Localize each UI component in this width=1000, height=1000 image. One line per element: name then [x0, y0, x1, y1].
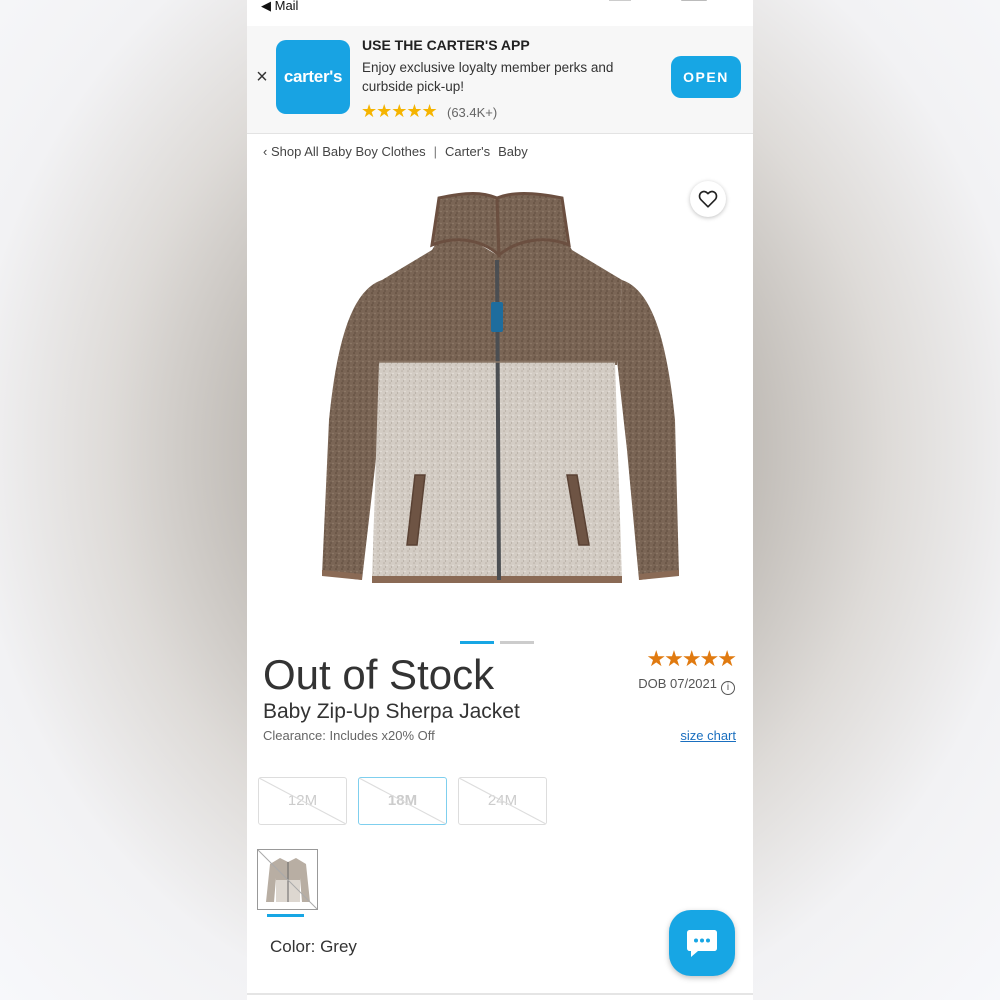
- favorite-button[interactable]: [690, 181, 726, 217]
- selected-swatch-indicator: [267, 914, 304, 917]
- product-image-jacket[interactable]: [317, 190, 687, 595]
- phone-screen: ◀ Mail × carter's USE THE CARTER'S APP E…: [247, 0, 753, 1000]
- banner-title: USE THE CARTER'S APP: [362, 37, 530, 53]
- size-option-12m[interactable]: 12M: [258, 777, 347, 825]
- breadcrumb-category-link[interactable]: Baby: [498, 144, 528, 159]
- stock-status-title: Out of Stock: [263, 651, 495, 698]
- status-indicator: [609, 0, 631, 1]
- swatch-jacket-thumbnail: [258, 850, 317, 909]
- breadcrumb-brand-link[interactable]: Carter's: [445, 144, 490, 159]
- unavailable-slash: [459, 778, 546, 824]
- image-carousel-dots: [460, 631, 540, 649]
- open-app-button[interactable]: OPEN: [671, 56, 741, 98]
- carousel-dot-2[interactable]: [500, 641, 534, 644]
- app-rating-stars: ★★★★★: [361, 101, 438, 121]
- clearance-note: Clearance: Includes x20% Off: [263, 728, 435, 743]
- chat-bubble-icon: [687, 930, 717, 957]
- battery-icon: [681, 0, 707, 1]
- carters-app-logo: carter's: [276, 40, 350, 114]
- info-icon[interactable]: i: [721, 681, 735, 695]
- product-name: Baby Zip-Up Sherpa Jacket: [263, 700, 520, 723]
- breadcrumb: ‹ Shop All Baby Boy Clothes | Carter's Baby: [263, 144, 528, 159]
- color-label: Color: Grey: [270, 937, 357, 956]
- dob-text: DOB 07/2021: [638, 676, 717, 691]
- dob-label: DOB 07/2021 i: [638, 676, 735, 695]
- breadcrumb-back-link[interactable]: ‹ Shop All Baby Boy Clothes: [263, 144, 426, 159]
- banner-description: Enjoy exclusive loyalty member perks and…: [362, 60, 614, 94]
- bottom-divider: [247, 993, 753, 995]
- status-bar: ◀ Mail: [247, 0, 753, 18]
- product-rating-stars[interactable]: ★★★★★: [646, 646, 737, 672]
- unavailable-slash: [359, 778, 446, 824]
- heart-icon: [698, 190, 718, 208]
- close-icon[interactable]: ×: [253, 66, 271, 89]
- chat-button[interactable]: [669, 910, 735, 976]
- size-option-18m[interactable]: 18M: [358, 777, 447, 825]
- app-rating-count: (63.4K+): [447, 105, 498, 120]
- breadcrumb-separator: |: [433, 144, 437, 159]
- carousel-dot-1[interactable]: [460, 641, 494, 644]
- app-install-banner: × carter's USE THE CARTER'S APP Enjoy ex…: [247, 26, 753, 134]
- unavailable-slash: [259, 778, 346, 824]
- back-to-mail-link[interactable]: ◀ Mail: [261, 0, 298, 13]
- size-chart-link[interactable]: size chart: [680, 728, 736, 743]
- size-option-24m[interactable]: 24M: [458, 777, 547, 825]
- color-swatch-grey[interactable]: [257, 849, 318, 910]
